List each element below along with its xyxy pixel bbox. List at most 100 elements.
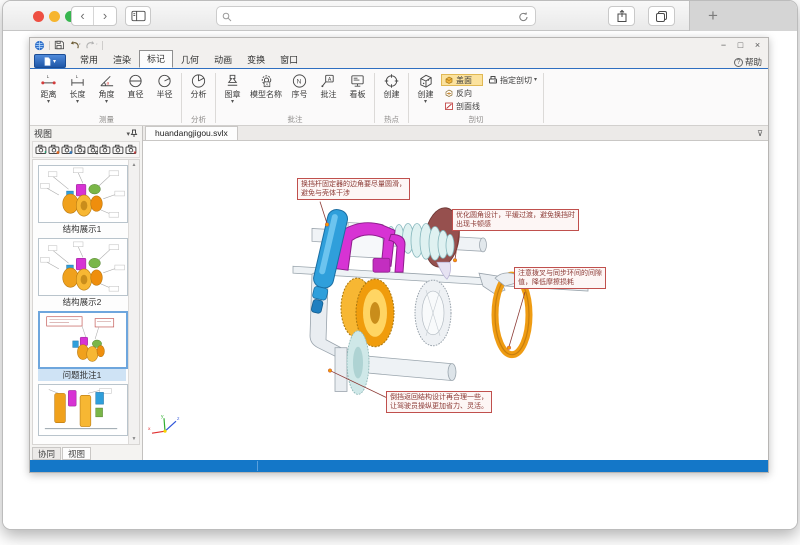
group-label-annotation: 批注 (219, 114, 371, 125)
crosshair-icon (383, 73, 400, 89)
specify-section-icon (488, 75, 498, 85)
camera-settings-icon[interactable] (87, 144, 99, 155)
reverse-toggle[interactable]: 反向 (441, 87, 483, 99)
pin-icon[interactable] (130, 129, 138, 138)
view-thumbnail-list: 结构展示1 结构展示2 问题批注1 (32, 159, 140, 445)
address-search-field[interactable] (216, 6, 536, 26)
dropdown-caret-icon: ▾ (231, 100, 234, 105)
camera-add-icon[interactable] (35, 144, 47, 155)
document-tab[interactable]: huandangjigou.svlx (145, 126, 238, 140)
browser-window: ‹› + (2, 0, 798, 530)
minimize-traffic-light[interactable] (49, 11, 60, 22)
analysis-button[interactable]: 分析 (185, 71, 212, 100)
cap-face-icon (444, 75, 454, 85)
hotspot-create-button[interactable]: 创建 (378, 71, 405, 100)
section-line-toggle[interactable]: 剖面线 (441, 100, 483, 112)
part-cyan-gear[interactable] (347, 331, 369, 395)
scroll-down-icon[interactable]: ▼ (132, 436, 137, 442)
annotation-callout-2[interactable]: 优化圆角设计，平缓过渡，避免换挡时 出现卡顿感 (452, 209, 579, 231)
camera-prev-icon[interactable] (99, 144, 111, 155)
view-thumbnail-image (38, 165, 128, 223)
radius-button[interactable]: 半径 (151, 71, 178, 100)
help-button[interactable]: ? 帮助 (734, 56, 764, 68)
app-maximize-button[interactable]: □ (734, 39, 747, 51)
ribbon-group-section: 创建▾ 盖面 反向 (409, 71, 543, 125)
camera-update-icon[interactable] (48, 144, 60, 155)
circled-n-icon: N (291, 73, 308, 89)
reload-icon[interactable] (518, 11, 529, 23)
view-item-problem-annotation1[interactable]: 问题批注1 (38, 311, 126, 381)
back-button[interactable]: ‹ (72, 7, 94, 25)
ribbon: L 距离▾ L 长度▾ a 角度▾ 直径 (30, 68, 768, 126)
tab-mark[interactable]: 标记 (139, 50, 173, 68)
tab-transform[interactable]: 变换 (240, 52, 272, 68)
save-icon[interactable] (54, 40, 64, 50)
diameter-button[interactable]: 直径 (122, 71, 149, 100)
app-minimize-button[interactable]: − (717, 39, 730, 51)
ribbon-group-hotspot: 创建 热点 (375, 71, 408, 125)
camera-next-icon[interactable] (112, 144, 124, 155)
tab-common[interactable]: 常用 (73, 52, 105, 68)
sidebar-toggle-button[interactable] (125, 6, 151, 26)
close-traffic-light[interactable] (33, 11, 44, 22)
view-panel: 视图 ▾ (30, 126, 143, 460)
group-label-measure: 测量 (35, 114, 178, 125)
diameter-icon (127, 73, 144, 89)
dropdown-caret-icon: ▾ (47, 100, 50, 105)
radius-icon (156, 73, 173, 89)
dropdown-caret-icon: ▾ (76, 100, 79, 105)
stamp-button[interactable]: 图章▾ (219, 71, 246, 105)
show-tabs-button[interactable] (648, 6, 675, 26)
sequence-number-button[interactable]: N 序号 (286, 71, 313, 100)
search-icon (222, 12, 232, 22)
camera-delete-icon[interactable] (125, 144, 137, 155)
svg-text:L: L (76, 74, 79, 80)
dropdown-caret-icon: ▾ (534, 78, 537, 83)
camera-up-icon[interactable] (74, 144, 86, 155)
tab-view[interactable]: 视图 (62, 447, 91, 460)
3d-viewport[interactable]: x y z 换挡杆固定器的边角要尽量圆滑， 避免与壳体干涉 优化圆角设计，平缓过… (143, 141, 768, 460)
redo-icon[interactable] (85, 40, 98, 50)
view-thumbnail-image (38, 238, 128, 296)
group-label-section: 剖切 (412, 114, 540, 125)
distance-button[interactable]: L 距离▾ (35, 71, 62, 105)
panel-collapse-icon[interactable]: ⊽ (757, 129, 763, 138)
cap-face-toggle[interactable]: 盖面 (441, 74, 483, 86)
annotation-callout-1[interactable]: 换挡杆固定器的边角要尽量圆滑， 避免与壳体干涉 (297, 178, 410, 200)
tab-window[interactable]: 窗口 (273, 52, 305, 68)
length-button[interactable]: L 长度▾ (64, 71, 91, 105)
tab-collaboration[interactable]: 协同 (32, 447, 61, 460)
document-icon (44, 57, 51, 66)
file-menu-button[interactable]: ▾ (34, 54, 66, 68)
thumbnail-scrollbar[interactable]: ▲ ▼ (128, 160, 139, 444)
ribbon-tab-bar: ▾ 常用 渲染 标记 几何 动画 变换 窗口 ? 帮助 (30, 52, 768, 68)
tab-geometry[interactable]: 几何 (174, 52, 206, 68)
app-close-button[interactable]: × (751, 39, 764, 51)
share-button[interactable] (608, 6, 635, 26)
length-icon: L (69, 73, 86, 89)
annotation-callout-3[interactable]: 注意拨叉与同步环间的间隙 值，降低摩擦损耗 (514, 267, 606, 289)
tab-render[interactable]: 渲染 (106, 52, 138, 68)
part-gold-gear[interactable] (341, 278, 394, 347)
forward-button[interactable]: › (94, 7, 116, 25)
section-create-button[interactable]: 创建▾ (412, 71, 439, 105)
camera-refresh-icon[interactable] (61, 144, 73, 155)
annotation-button[interactable]: A 批注 (315, 71, 342, 100)
stamp-icon (224, 73, 241, 89)
undo-icon[interactable] (68, 40, 81, 50)
board-icon (349, 73, 366, 89)
part-white-gear[interactable] (415, 280, 451, 346)
model-name-button[interactable]: A 模型名称 (248, 71, 284, 100)
specify-section-button[interactable]: 指定剖切 ▾ (485, 74, 540, 86)
status-bar-divider (257, 461, 258, 471)
new-tab-button[interactable]: + (700, 4, 726, 27)
distance-icon: L (40, 73, 57, 89)
view-item-partial[interactable] (38, 384, 126, 436)
view-item-structure1[interactable]: 结构展示1 (38, 165, 126, 235)
board-button[interactable]: 看板 (344, 71, 371, 100)
angle-button[interactable]: a 角度▾ (93, 71, 120, 105)
annotation-callout-4[interactable]: 倒挡返回结构设计再合理一些， 让驾驶员操纵更加省力、灵活。 (386, 391, 492, 413)
tab-animation[interactable]: 动画 (207, 52, 239, 68)
scroll-up-icon[interactable]: ▲ (132, 162, 137, 168)
view-item-structure2[interactable]: 结构展示2 (38, 238, 126, 308)
